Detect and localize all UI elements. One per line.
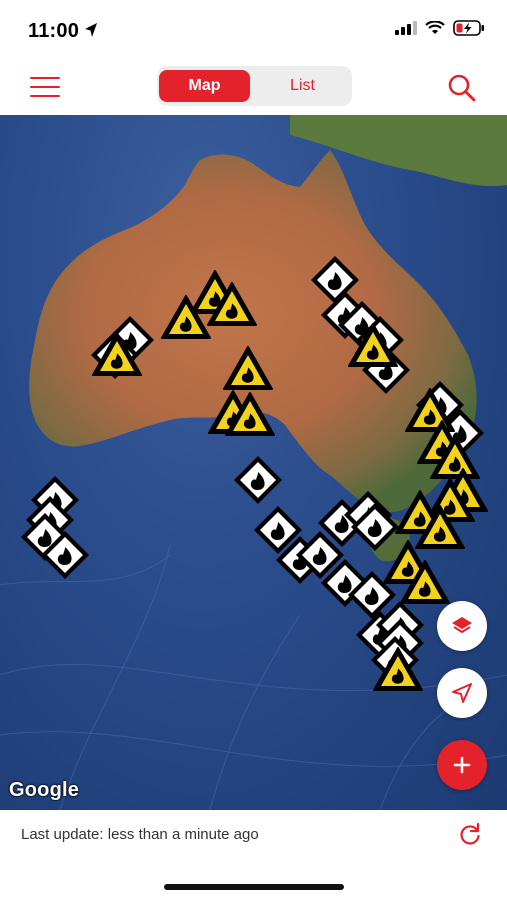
map-tab[interactable]: Map xyxy=(159,70,250,102)
layers-icon xyxy=(452,617,472,633)
navigation-arrow-icon xyxy=(452,683,472,703)
home-indicator xyxy=(164,884,344,890)
location-arrow-icon xyxy=(85,23,97,37)
status-time: 11:00 xyxy=(28,20,80,42)
menu-line-icon xyxy=(30,77,60,80)
add-button[interactable] xyxy=(437,740,487,790)
map-layers-button[interactable] xyxy=(437,601,487,651)
advice-fire-marker[interactable] xyxy=(234,456,282,504)
top-nav-bar: Map List xyxy=(0,60,507,115)
battery-icon xyxy=(453,20,484,36)
status-icons xyxy=(395,20,485,36)
footer-bar: Last update: less than a minute ago xyxy=(0,810,507,900)
wifi-icon xyxy=(425,21,445,34)
view-toggle: Map List xyxy=(157,66,352,106)
list-tab[interactable]: List xyxy=(257,70,348,102)
map-view[interactable]: Google xyxy=(0,115,507,810)
status-bar: 11:00 xyxy=(0,0,507,60)
search-icon[interactable] xyxy=(447,73,477,103)
menu-line-icon xyxy=(30,85,60,89)
last-update-text: Last update: less than a minute ago xyxy=(21,826,259,843)
menu-button[interactable] xyxy=(30,77,60,99)
menu-line-icon xyxy=(30,94,60,98)
my-location-button[interactable] xyxy=(437,668,487,718)
signal-icon xyxy=(395,21,417,35)
plus-icon xyxy=(453,756,471,774)
watch-act-fire-marker[interactable] xyxy=(223,346,273,390)
google-attribution: Google xyxy=(9,779,80,801)
incident-markers xyxy=(21,256,488,691)
refresh-icon[interactable] xyxy=(457,822,483,848)
advice-fire-marker[interactable] xyxy=(311,256,359,304)
